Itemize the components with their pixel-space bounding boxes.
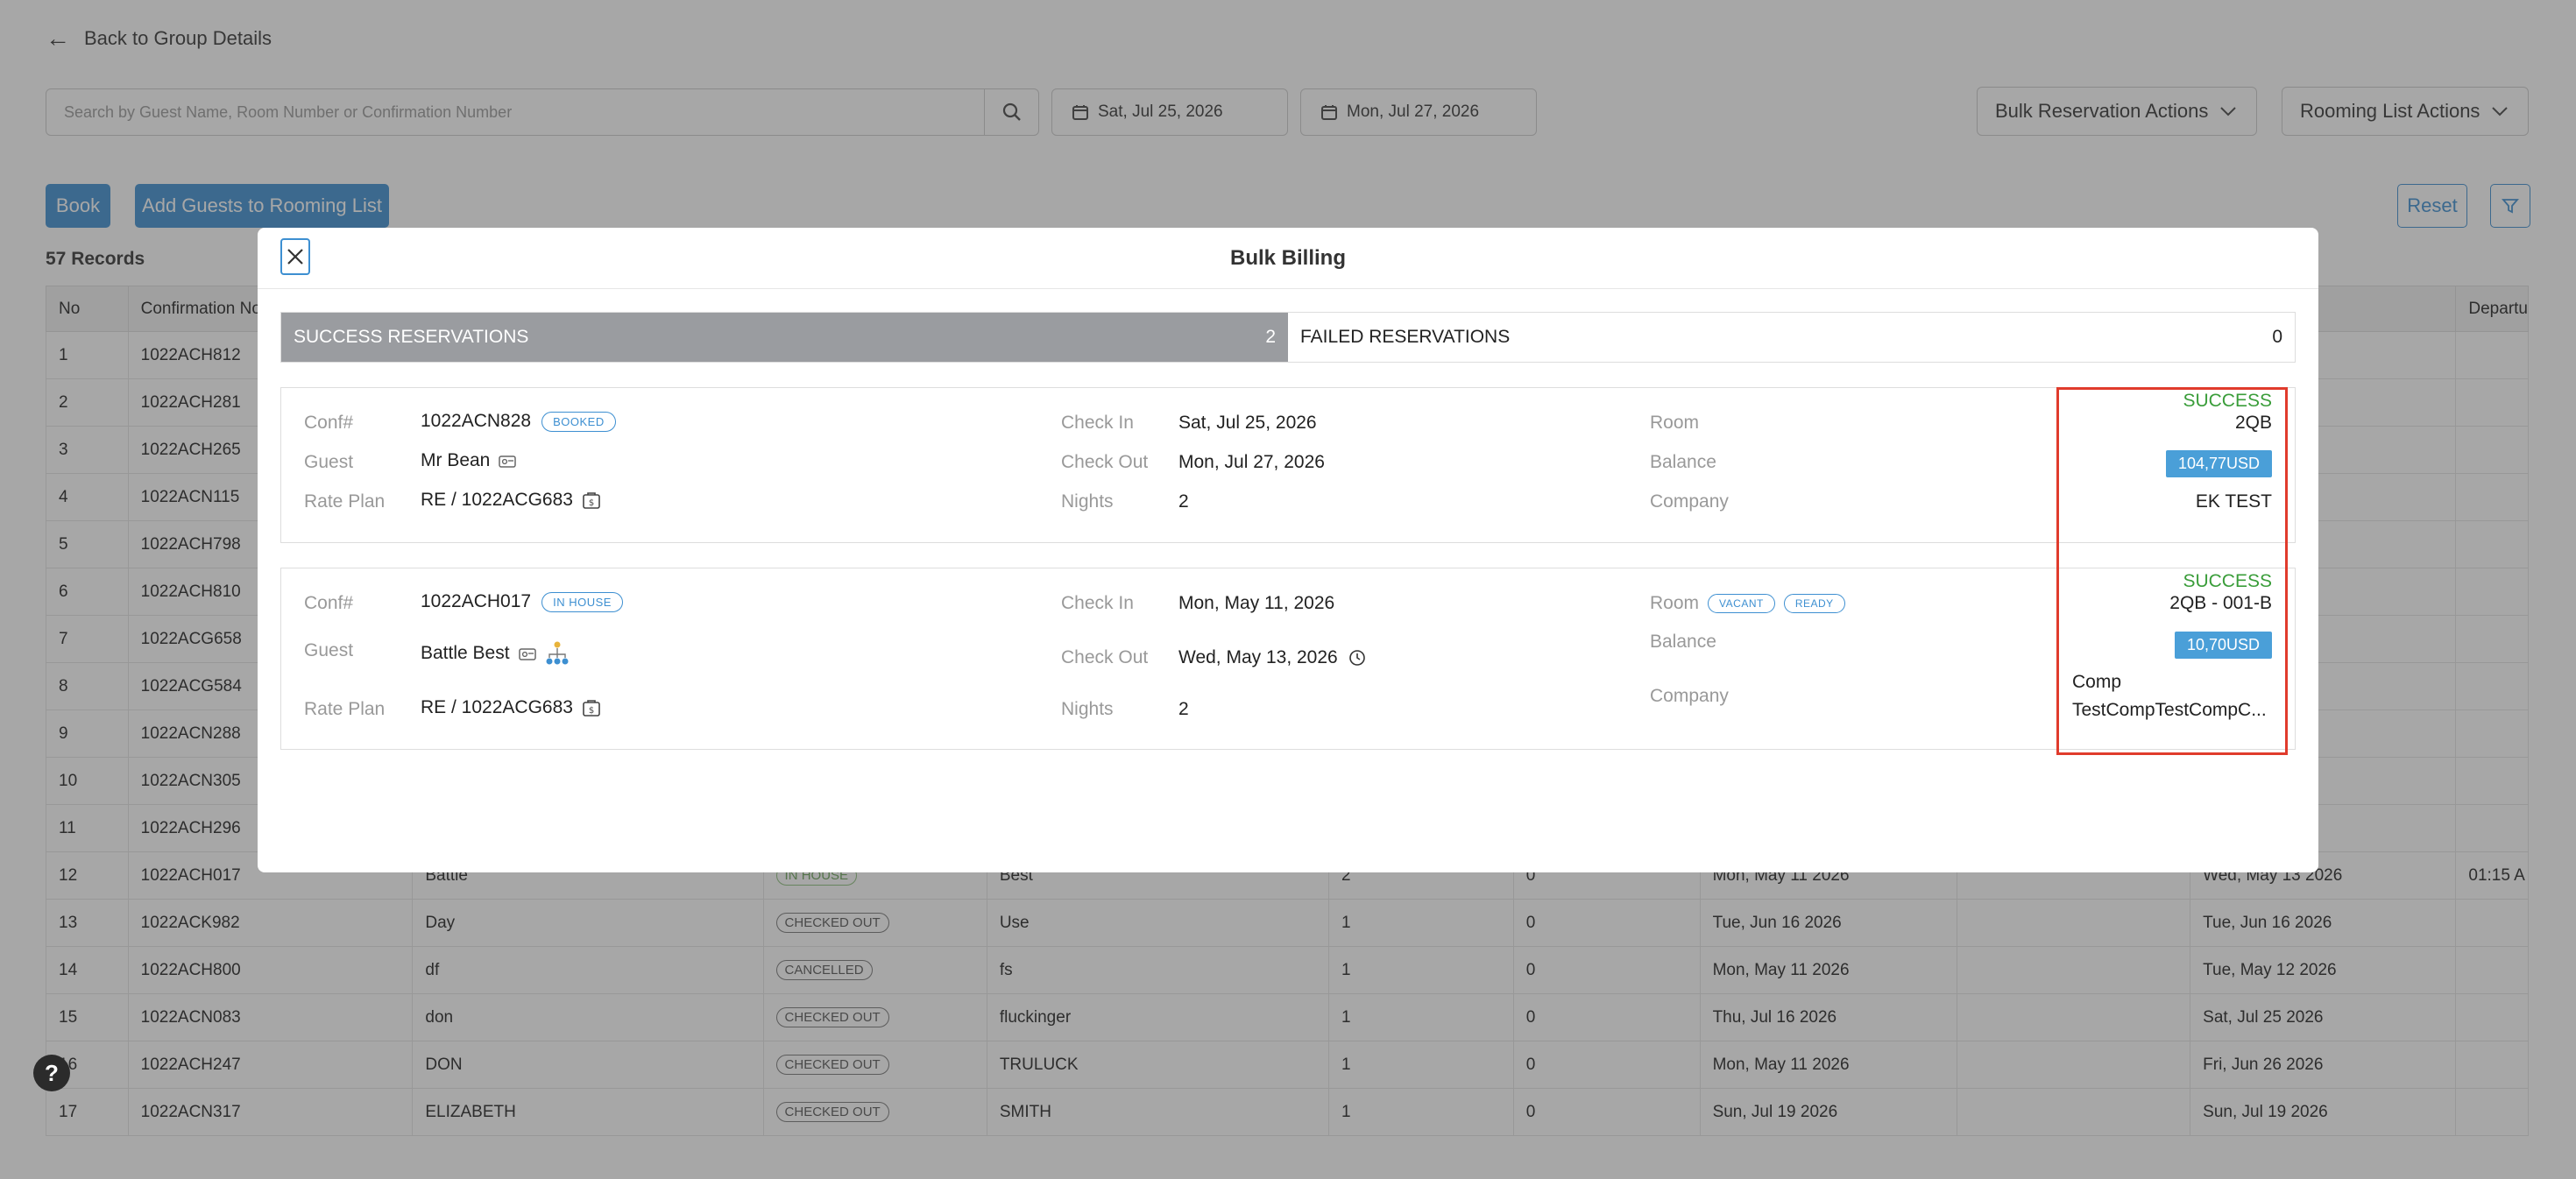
nights-label: Nights — [1061, 491, 1114, 512]
rate-plan-label: Rate Plan — [304, 491, 386, 512]
room-ready-badge: READY — [1783, 594, 1845, 613]
guest-name[interactable]: Battle Best — [421, 643, 510, 664]
help-button[interactable]: ? — [33, 1055, 70, 1091]
rate-plan-value[interactable]: RE / 1022ACG683 — [421, 697, 573, 718]
guest-label: Guest — [304, 452, 354, 472]
tab-count: 2 — [1265, 327, 1276, 347]
conf-number[interactable]: 1022ACN828 — [421, 411, 531, 432]
room-label: Room — [1650, 593, 1700, 613]
close-button[interactable] — [280, 238, 310, 275]
conf-value-group: 1022ACH017 IN HOUSE — [421, 591, 623, 612]
status-badge: IN HOUSE — [541, 591, 623, 612]
balance-label: Balance — [1650, 632, 1716, 652]
nights-value: 2 — [1178, 699, 1189, 719]
rate-plan-value[interactable]: RE / 1022ACG683 — [421, 490, 573, 511]
tab-failed-reservations[interactable]: FAILED RESERVATIONS 0 — [1288, 313, 2295, 362]
guest-name[interactable]: Mr Bean — [421, 450, 490, 471]
svg-text:$: $ — [589, 706, 594, 716]
rate-plan-label: Rate Plan — [304, 699, 386, 719]
reservation-card: Conf# Guest Rate Plan 1022ACN828 BOOKED … — [280, 387, 2296, 543]
check-out-label: Check Out — [1061, 452, 1149, 472]
nights-value: 2 — [1178, 491, 1189, 512]
guest-profile-icon — [499, 455, 517, 468]
rate-money-icon: $ — [583, 492, 600, 509]
check-out-group: Wed, May 13, 2026 — [1178, 647, 1366, 668]
rate-plan-group: RE / 1022ACG683 $ — [421, 697, 601, 718]
rate-plan-group: RE / 1022ACG683 $ — [421, 490, 601, 511]
room-label: Room — [1650, 413, 1700, 433]
tab-success-reservations[interactable]: SUCCESS RESERVATIONS 2 — [281, 313, 1288, 362]
conf-number[interactable]: 1022ACH017 — [421, 591, 531, 612]
clock-icon — [1348, 650, 1365, 666]
check-in-label: Check In — [1061, 593, 1134, 613]
result-tabs: SUCCESS RESERVATIONS 2 FAILED RESERVATIO… — [280, 312, 2296, 363]
rate-money-icon: $ — [583, 700, 600, 717]
check-out-value: Wed, May 13, 2026 — [1178, 647, 1338, 667]
conf-label: Conf# — [304, 413, 354, 433]
nights-label: Nights — [1061, 699, 1114, 719]
check-out-label: Check Out — [1061, 647, 1149, 667]
bulk-billing-modal: Bulk Billing SUCCESS RESERVATIONS 2 FAIL… — [258, 228, 2318, 872]
tab-count: 0 — [2272, 327, 2282, 347]
company-label: Company — [1650, 686, 1729, 706]
guest-value-group: Mr Bean — [421, 450, 517, 471]
guest-profile-icon — [518, 648, 536, 660]
tab-label: SUCCESS RESERVATIONS — [294, 327, 529, 347]
conf-value-group: 1022ACN828 BOOKED — [421, 411, 616, 432]
svg-text:$: $ — [589, 498, 594, 508]
company-label: Company — [1650, 491, 1729, 512]
guest-value-group: Battle Best — [421, 640, 570, 667]
check-in-value: Mon, May 11, 2026 — [1178, 593, 1335, 613]
status-badge: BOOKED — [541, 411, 616, 432]
room-label-group: Room VACANT READY — [1650, 593, 1845, 614]
modal-title: Bulk Billing — [258, 228, 2318, 289]
tab-label: FAILED RESERVATIONS — [1300, 327, 1511, 347]
group-hierarchy-icon — [546, 641, 569, 665]
reservation-card: Conf# Guest Rate Plan 1022ACH017 IN HOUS… — [280, 568, 2296, 750]
check-out-value: Mon, Jul 27, 2026 — [1178, 452, 1325, 472]
close-icon — [287, 249, 303, 265]
room-vacant-badge: VACANT — [1708, 594, 1775, 613]
balance-label: Balance — [1650, 452, 1716, 472]
check-in-value: Sat, Jul 25, 2026 — [1178, 413, 1317, 433]
guest-label: Guest — [304, 640, 354, 660]
check-in-label: Check In — [1061, 413, 1134, 433]
highlight-box — [2056, 387, 2288, 755]
conf-label: Conf# — [304, 593, 354, 613]
